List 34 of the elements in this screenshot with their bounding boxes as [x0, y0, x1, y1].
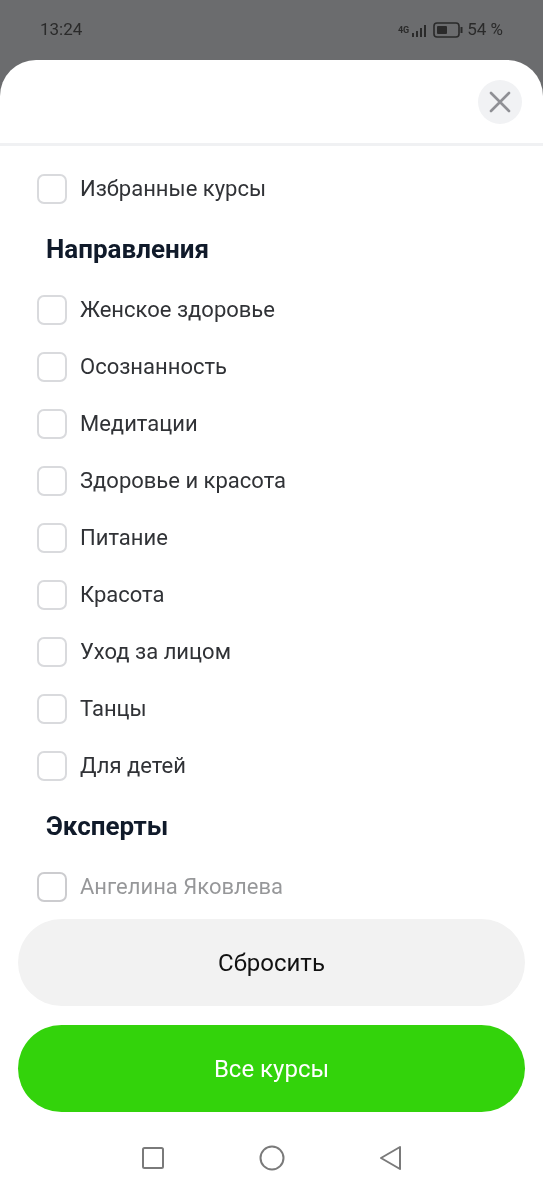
close-button[interactable]: [478, 79, 522, 124]
filter-label: Осознанность: [80, 353, 227, 381]
checkbox[interactable]: [37, 636, 67, 667]
filter-label: Здоровье и красота: [80, 467, 286, 495]
checkbox[interactable]: [37, 750, 67, 781]
checkbox[interactable]: [37, 579, 67, 610]
battery-percent: 54 %: [467, 18, 503, 42]
close-icon: [489, 90, 511, 113]
section-heading: Эксперты: [46, 809, 169, 843]
checkbox[interactable]: [37, 693, 67, 724]
filter-label: Женское здоровье: [80, 296, 275, 324]
checkbox[interactable]: [37, 294, 67, 325]
filter-label: Красота: [80, 581, 165, 609]
reset-button[interactable]: Сбросить: [18, 919, 525, 1006]
status-time: 13:24: [40, 18, 83, 42]
checkbox[interactable]: [37, 408, 67, 439]
network-label: 4G: [397, 25, 410, 35]
signal-icon: [411, 23, 428, 37]
filter-label: Танцы: [80, 695, 147, 723]
filter-label: Питание: [80, 524, 168, 552]
recent-apps-icon[interactable]: [140, 1146, 165, 1170]
filter-label: Медитации: [80, 410, 198, 438]
checkbox[interactable]: [37, 351, 67, 382]
checkbox[interactable]: [37, 522, 67, 553]
filter-label: Уход за лицом: [80, 638, 231, 666]
home-icon[interactable]: [258, 1145, 285, 1171]
filter-label: Ангелина Яковлева: [80, 873, 283, 901]
checkbox[interactable]: [37, 465, 67, 496]
section-heading: Направления: [46, 232, 209, 266]
back-icon[interactable]: [378, 1145, 403, 1171]
filter-label: Избранные курсы: [80, 175, 266, 203]
checkbox[interactable]: [37, 173, 67, 204]
battery-icon: [433, 22, 464, 38]
filter-label: Для детей: [80, 752, 186, 780]
